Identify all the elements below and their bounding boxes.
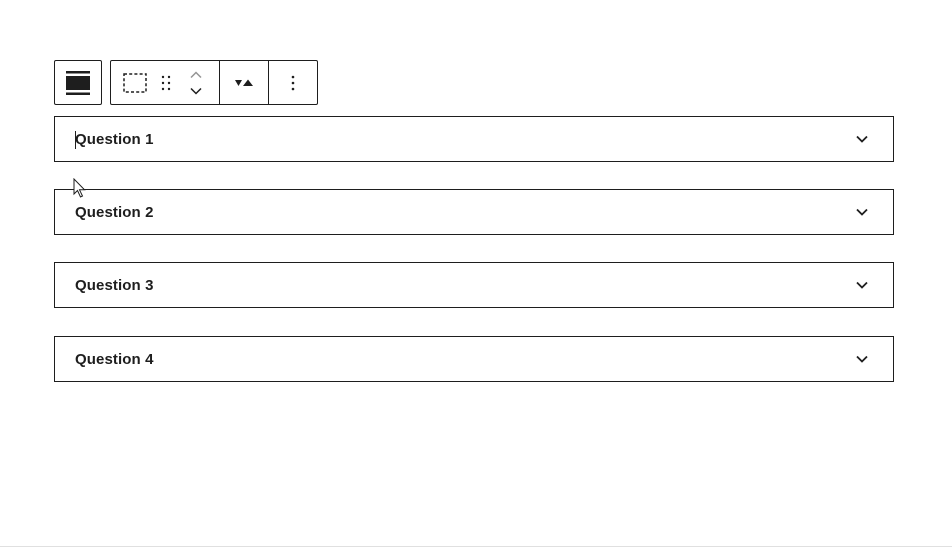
accordion-item[interactable]: Question 2 <box>54 189 894 235</box>
select-block-button[interactable] <box>111 61 159 104</box>
mouse-cursor-icon <box>73 177 87 199</box>
triangles-align-icon <box>234 78 254 88</box>
chevron-down-icon <box>189 87 203 96</box>
accordion-item[interactable]: Question 1 <box>54 116 894 162</box>
chevron-down-icon[interactable] <box>855 132 869 146</box>
accordion-title[interactable]: Question 4 <box>75 351 154 368</box>
block-toolbar <box>110 60 318 105</box>
accordion-title[interactable]: Question 1 <box>75 131 154 148</box>
chevron-up-icon <box>189 70 203 79</box>
chevron-down-icon[interactable] <box>855 352 869 366</box>
align-button[interactable] <box>220 61 268 104</box>
drag-handle-icon <box>161 75 171 91</box>
move-up-button[interactable] <box>184 67 208 81</box>
editor-canvas: Question 1 Question 2 Question 3 Questio… <box>0 0 952 548</box>
move-down-button[interactable] <box>184 84 208 98</box>
block-toolbar-parent-group <box>54 60 102 105</box>
chevron-down-icon[interactable] <box>855 205 869 219</box>
more-vertical-icon <box>291 75 295 91</box>
align-wide-icon <box>66 70 90 95</box>
canvas-bottom-border <box>0 546 952 547</box>
select-parent-block-button[interactable] <box>55 61 101 104</box>
select-block-icon <box>123 72 147 93</box>
accordion-title[interactable]: Question 2 <box>75 204 154 221</box>
accordion-item[interactable]: Question 4 <box>54 336 894 382</box>
chevron-down-icon[interactable] <box>855 278 869 292</box>
accordion-title[interactable]: Question 3 <box>75 277 154 294</box>
block-movers <box>173 61 219 104</box>
drag-block-handle[interactable] <box>159 61 173 104</box>
more-options-button[interactable] <box>269 61 317 104</box>
accordion-item[interactable]: Question 3 <box>54 262 894 308</box>
